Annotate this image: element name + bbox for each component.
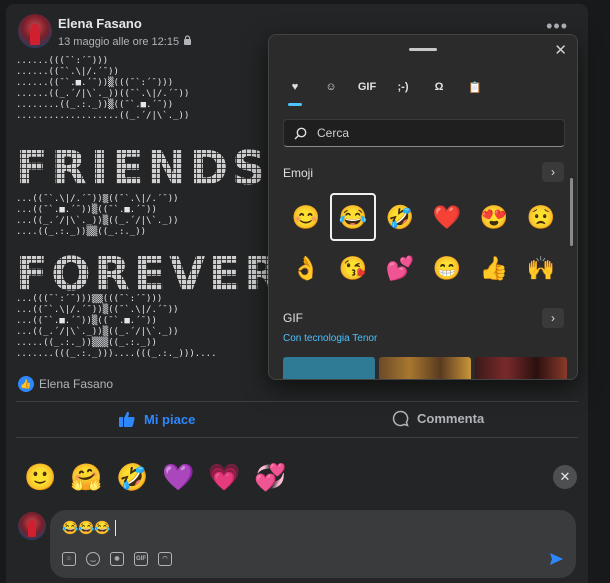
ascii-art-line: ....((_.:._))▒▒((_.:._)) [16,227,147,237]
emoji-search-input[interactable]: Cerca [283,119,565,147]
reactions-summary[interactable]: 👍 Elena Fasano [18,376,113,392]
like-reaction-icon: 👍 [18,376,34,392]
gif-preview-3[interactable] [475,357,567,379]
tab-favorites-icon[interactable]: ♥ [285,77,305,106]
avatar-sticker-icon[interactable]: ☺ [62,552,76,566]
quick-reaction-bar: 🙂 🤗 🤣 💜 💗 💞 [24,462,286,492]
ascii-art-line: ...((¯`.\|/.´¯))▒((¯`.\|/.´¯)) [16,194,179,204]
emoji-cell[interactable]: 😁 [424,244,470,292]
quick-reaction-5[interactable]: 💗 [208,462,240,492]
sticker-icon[interactable]: ◠ [158,552,172,566]
post-timestamp[interactable]: 13 maggio alle ore 12:15 [58,36,179,48]
like-button[interactable]: Mi piace [118,410,195,428]
ascii-art-line: ...................((_.´/|\`._)) [16,111,190,121]
quick-reaction-2[interactable]: 🤗 [70,462,102,492]
ascii-art-middle: ...((¯`.\|/.´¯))▒((¯`.\|/.´¯)) ...((¯`.■.… [16,194,278,238]
send-icon[interactable] [549,552,564,570]
ascii-art-line: ......(((¯`:´¯))) [16,56,109,66]
emoji-cell[interactable]: 🙌 [518,244,564,292]
divider-bottom [16,437,578,438]
ascii-art-line: ...((¯`.■.´¯))▒((¯`.■.´¯)) [16,316,157,326]
divider-top [16,401,578,402]
ascii-art-top: ......(((¯`:´¯))) ......((¯`.\|/.´¯))....… [16,56,278,122]
ascii-art-word-friends: FRIENDS [16,142,278,194]
emoji-panel: ✕ ♥ ☺ GIF ;-) Ω 📋 Cerca Emoji › 😊 😂 🤣 ❤️ 😍 😟 👌 😘 💕 😁 👍 🙌… [268,34,578,380]
comment-text[interactable]: 😂😂😂 [62,520,116,536]
scrollbar[interactable] [570,178,573,246]
emoji-cell[interactable]: 😂 [330,193,376,241]
ascii-art-line: ...((¯`.■.´¯))▒((¯`.■.´¯)) [16,205,157,215]
ascii-art-line: ........((_.:._))▒((¯`.■.´¯)) [16,100,174,110]
emoji-cell[interactable]: 👍 [471,244,517,292]
comment-icon [392,410,409,427]
tab-emoji-icon[interactable]: ☺ [321,77,341,97]
ascii-art-line: .....((_.:._))▒▒▒((_.:._)) [16,338,157,348]
like-label: Mi piace [144,411,196,427]
camera-icon[interactable]: ◉ [110,552,124,566]
lock-icon [183,35,192,48]
post-meta: 13 maggio alle ore 12:15 [58,35,192,48]
search-icon [294,127,307,139]
ascii-art-line: ......((¯`.■.´¯))▒(((¯`:´¯))) [16,78,174,88]
tab-gif-icon[interactable]: GIF [357,77,377,97]
emoji-cell[interactable]: ❤️ [424,193,470,241]
ascii-art-line: ......((_.´/|\`._))((¯`.\|/.´¯)) [16,89,190,99]
comment-button[interactable]: Commenta [392,410,484,427]
comment-value: 😂😂😂 [62,520,111,535]
quick-reaction-6[interactable]: 💞 [254,462,286,492]
author-avatar[interactable] [18,14,52,48]
emoji-expand-chevron-icon[interactable]: › [542,162,564,182]
thumbs-up-icon [119,411,135,427]
ascii-art-word-forever: FOREVER [16,248,278,300]
comment-input[interactable]: 😂😂😂 ☺ ‿ ◉ GIF ◠ [50,510,576,578]
emoji-cell[interactable]: 👌 [283,244,329,292]
gif-previews [283,357,567,379]
commenter-avatar[interactable] [18,512,46,540]
emoji-cell[interactable]: 💕 [377,244,423,292]
emoji-cell[interactable]: 😍 [471,193,517,241]
panel-close-icon[interactable]: ✕ [554,41,567,59]
tab-clipboard-icon[interactable]: 📋 [465,77,485,97]
ascii-art-line: ......((¯`.\|/.´¯)) [16,67,119,77]
emoji-cell[interactable]: 😊 [283,193,329,241]
quick-reaction-4[interactable]: 💜 [162,462,194,492]
emoji-icon[interactable]: ‿ [86,552,100,566]
gif-preview-1[interactable] [283,357,375,379]
more-icon[interactable]: ••• [546,17,568,35]
gif-section-title: GIF [283,311,303,325]
ascii-art-line: .......(((_.:._)))....(((_.:._))).... [16,349,217,359]
comment-tools: ☺ ‿ ◉ GIF ◠ [62,552,172,566]
author-name[interactable]: Elena Fasano [58,16,142,31]
quick-reaction-3[interactable]: 🤣 [116,462,148,492]
tab-symbols-icon[interactable]: Ω [429,77,449,97]
reactions-name: Elena Fasano [39,377,114,391]
search-placeholder: Cerca [317,126,350,140]
tenor-link[interactable]: Con tecnologia Tenor [283,333,377,344]
gif-expand-chevron-icon[interactable]: › [542,308,564,328]
drag-handle[interactable] [409,48,437,51]
panel-tabs: ♥ ☺ GIF ;-) Ω 📋 [285,77,485,106]
ascii-art-line: ...(((¯`:´¯)))▒▒(((¯`:´¯))) [16,294,163,304]
emoji-cell[interactable]: 😘 [330,244,376,292]
gif-preview-2[interactable] [379,357,471,379]
emoji-grid: 😊 😂 🤣 ❤️ 😍 😟 👌 😘 💕 😁 👍 🙌 [283,193,564,292]
ascii-art-line: ...((_.´/|\`._))▒((_.´/|\`._)) [16,327,179,337]
ascii-art-bottom: ...(((¯`:´¯)))▒▒(((¯`:´¯))) ...((¯`.\|/.´… [16,294,278,360]
ascii-art-line: ...((_.´/|\`._))▒((_.´/|\`._)) [16,216,179,226]
gif-icon[interactable]: GIF [134,552,148,566]
tab-kaomoji-icon[interactable]: ;-) [393,77,413,97]
emoji-cell[interactable]: 🤣 [377,193,423,241]
emoji-cell[interactable]: 😟 [518,193,564,241]
ascii-art-line: ...((¯`.\|/.´¯))▒((¯`.\|/.´¯)) [16,305,179,315]
text-caret [114,520,116,536]
quick-reaction-1[interactable]: 🙂 [24,462,56,492]
emoji-section-title: Emoji [283,166,314,180]
comment-label: Commenta [417,411,485,426]
close-icon[interactable]: ✕ [553,465,577,489]
